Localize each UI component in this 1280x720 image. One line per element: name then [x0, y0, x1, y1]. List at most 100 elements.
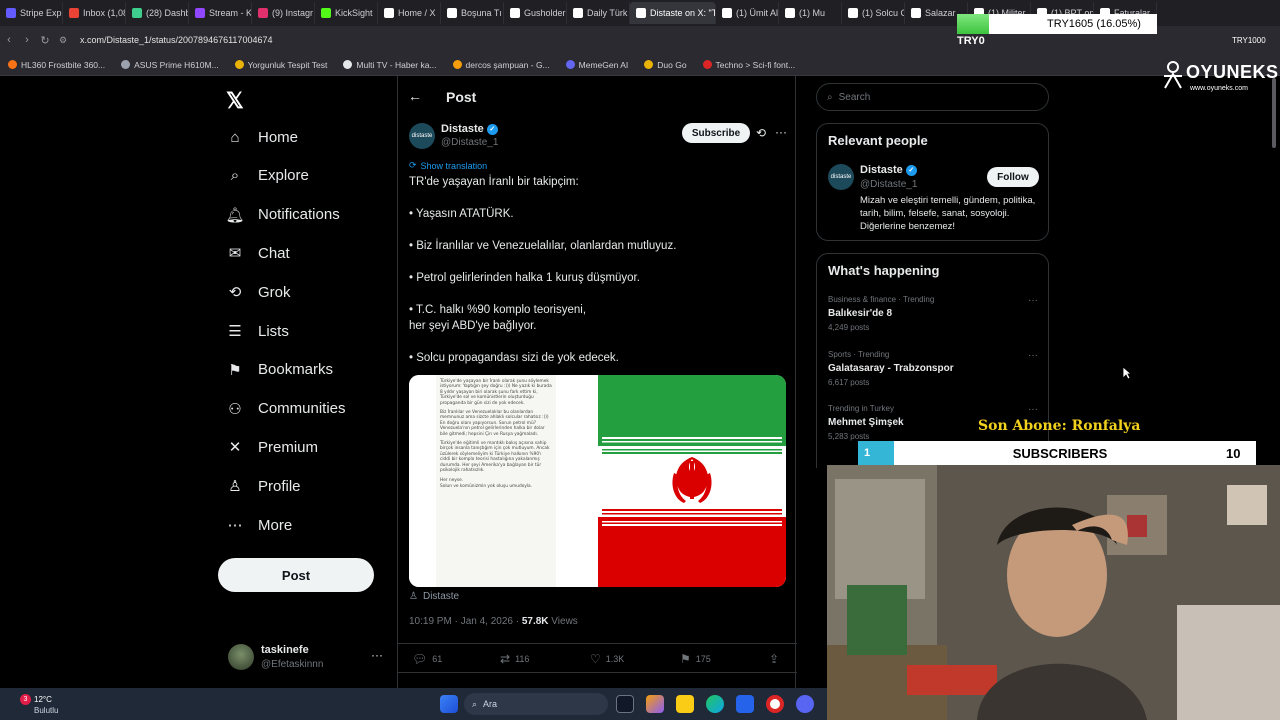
browser-tab[interactable]: (9) Instagr: [252, 2, 315, 24]
file-explorer-icon[interactable]: [676, 695, 694, 713]
bookmark-item[interactable]: Yorgunluk Tespit Test: [234, 60, 327, 70]
reload-icon[interactable]: ↻: [36, 34, 54, 47]
grok-icon: ⟲: [228, 284, 242, 302]
search-input[interactable]: ⌕ Search: [816, 83, 1049, 111]
tab-favicon-icon: [258, 8, 268, 18]
bookmark-item[interactable]: Multi TV - Haber ka...: [343, 60, 437, 70]
nav-item-premium[interactable]: ✕ Premium: [226, 432, 318, 462]
copilot-icon[interactable]: [646, 695, 664, 713]
store-icon[interactable]: [736, 695, 754, 713]
bookmark-item[interactable]: dercos şampuan - G...: [452, 60, 550, 70]
like-button[interactable]: ♡ 1.3K: [590, 652, 624, 666]
tab-label: (1) Solcu G: [862, 8, 905, 18]
bookmark-item[interactable]: HL360 Frostbite 360...: [8, 60, 105, 70]
share-button[interactable]: ⇪: [769, 652, 779, 666]
bookmark-item[interactable]: MemeGen AI: [565, 60, 628, 70]
post-actions: 💬︎ 61 ⇄ 116 ♡ 1.3K ⚑ 175 ⇪: [398, 643, 797, 673]
repost-button[interactable]: ⇄ 116: [500, 652, 529, 666]
oyuneks-url: www.oyuneks.com: [1190, 85, 1248, 92]
media-tag[interactable]: ♙ Distaste: [409, 591, 459, 602]
page-scrollbar[interactable]: [1271, 76, 1277, 456]
nav-item-communities[interactable]: ⚇ Communities: [226, 394, 345, 424]
iran-flag-image[interactable]: [598, 375, 786, 587]
tweet-text-line: her şeyi ABD'ye bağlıyor.: [409, 320, 537, 332]
nav-item-notifications[interactable]: 🔔︎ Notifications: [225, 200, 339, 230]
taskbar-search[interactable]: ⌕ Ara: [464, 693, 608, 715]
author-name-text: Distaste: [441, 123, 484, 135]
relevant-handle[interactable]: @Distaste_1: [860, 179, 917, 190]
nav-item-lists[interactable]: ☰ Lists: [226, 316, 289, 346]
media-tag-name: Distaste: [422, 591, 460, 602]
follow-button[interactable]: Follow: [987, 167, 1039, 187]
more-icon[interactable]: ···: [1028, 404, 1038, 415]
edge-icon[interactable]: [706, 695, 724, 713]
scrollbar-thumb[interactable]: [1272, 78, 1276, 148]
browser-tab[interactable]: Stream - Ki: [189, 2, 252, 24]
browser-tab[interactable]: KickSight: [315, 2, 378, 24]
more-icon[interactable]: ···: [371, 648, 383, 662]
back-arrow-icon[interactable]: ←: [408, 88, 422, 104]
show-translation-link[interactable]: ⟳ Show translation: [409, 160, 487, 171]
browser-tab[interactable]: (1) Mu: [779, 2, 842, 24]
browser-tab[interactable]: (1) Solcu G: [842, 2, 905, 24]
opera-gx-icon[interactable]: [766, 695, 784, 713]
reply-button[interactable]: 💬︎ 61: [412, 652, 442, 666]
browser-tab[interactable]: Inbox (1,08: [63, 2, 126, 24]
author-name[interactable]: Distaste ✓: [441, 123, 498, 135]
browser-tab[interactable]: Distaste on X: "TR: [630, 2, 716, 24]
bookmark-item[interactable]: Techno > Sci-fi font...: [702, 59, 796, 70]
bookmark-button[interactable]: ⚑ 175: [680, 652, 711, 666]
windows-start-icon[interactable]: [440, 695, 458, 713]
post-media[interactable]: Türkiye'de yaşayan bir İranlı olarak şun…: [409, 375, 786, 587]
weather-widget[interactable]: 3 12°C Bulutlu: [14, 692, 74, 716]
more-icon[interactable]: ···: [1028, 295, 1038, 306]
more-icon[interactable]: ···: [1028, 350, 1038, 361]
nav-item-more[interactable]: ⋯ More: [226, 510, 293, 540]
bookmark-item[interactable]: ASUS Prime H610M...: [121, 60, 219, 70]
nav-item-label: Premium: [258, 438, 319, 456]
task-view-icon[interactable]: [616, 695, 634, 713]
browser-tab[interactable]: (1) Ümit Al: [716, 2, 779, 24]
x-logo-icon[interactable]: 𝕏: [226, 88, 244, 114]
bookmark-label: Techno > Sci-fi font...: [715, 59, 796, 70]
more-icon[interactable]: ···: [775, 125, 787, 139]
account-switcher[interactable]: taskinefe @Efetaskinnn ···: [226, 640, 386, 680]
subscribe-button[interactable]: Subscribe: [682, 123, 750, 143]
browser-tab[interactable]: Gusholder: [504, 2, 567, 24]
nav-item-home[interactable]: ⌂ Home: [226, 122, 298, 152]
nav-item-grok[interactable]: ⟲ Grok: [226, 277, 291, 307]
site-info-icon[interactable]: ⚙: [54, 35, 72, 46]
relevant-avatar[interactable]: distaste: [828, 164, 854, 190]
bookmark-item[interactable]: Duo Go: [644, 60, 687, 70]
trend-item[interactable]: Sports · Trending Galatasaray - Trabzons…: [828, 350, 1038, 392]
grok-icon[interactable]: ⟲: [756, 126, 766, 140]
relevant-name[interactable]: Distaste ✓: [860, 164, 917, 176]
trend-item[interactable]: Business & finance · Trending Balıkesir'…: [828, 295, 1038, 337]
browser-tab[interactable]: (28) Dashb: [126, 2, 189, 24]
tab-favicon-icon: [785, 8, 795, 18]
post-column: ← Post distaste Distaste ✓ @Distaste_1 S…: [397, 76, 797, 720]
discord-icon[interactable]: [796, 695, 814, 713]
nav-item-chat[interactable]: ✉ Chat: [226, 238, 290, 268]
back-icon[interactable]: ‹: [0, 34, 18, 46]
post-time[interactable]: 10:19 PM · Jan 4, 2026 ·: [409, 616, 522, 627]
author-handle[interactable]: @Distaste_1: [441, 137, 498, 148]
nav-item-explore[interactable]: ⌕ Explore: [226, 161, 309, 191]
nav-item-profile[interactable]: ♙ Profile: [226, 471, 300, 501]
author-avatar[interactable]: distaste: [409, 123, 435, 149]
post-button[interactable]: Post: [218, 558, 374, 592]
forward-icon[interactable]: ›: [18, 34, 36, 46]
browser-tab[interactable]: Stripe Expr: [0, 2, 63, 24]
bookmarks-bar: HL360 Frostbite 360... ASUS Prime H610M..…: [0, 54, 1280, 76]
url-field[interactable]: x.com/Distaste_1/status/2007894676117004…: [80, 35, 272, 45]
reply-count: 61: [432, 654, 443, 664]
browser-tab[interactable]: Boşuna Tı: [441, 2, 504, 24]
page-title: Post: [446, 89, 477, 105]
browser-tab[interactable]: Daily Türk: [567, 2, 630, 24]
nav-item-label: Explore: [258, 167, 309, 185]
browser-tab[interactable]: Home / X: [378, 2, 441, 24]
nav-item-bookmarks[interactable]: ⚑ Bookmarks: [226, 355, 333, 385]
trend-context: Trending in Turkey: [828, 404, 894, 413]
tab-favicon-icon: [636, 8, 646, 18]
screenshot-image[interactable]: Türkiye'de yaşayan bir İranlı olarak şun…: [409, 375, 597, 587]
